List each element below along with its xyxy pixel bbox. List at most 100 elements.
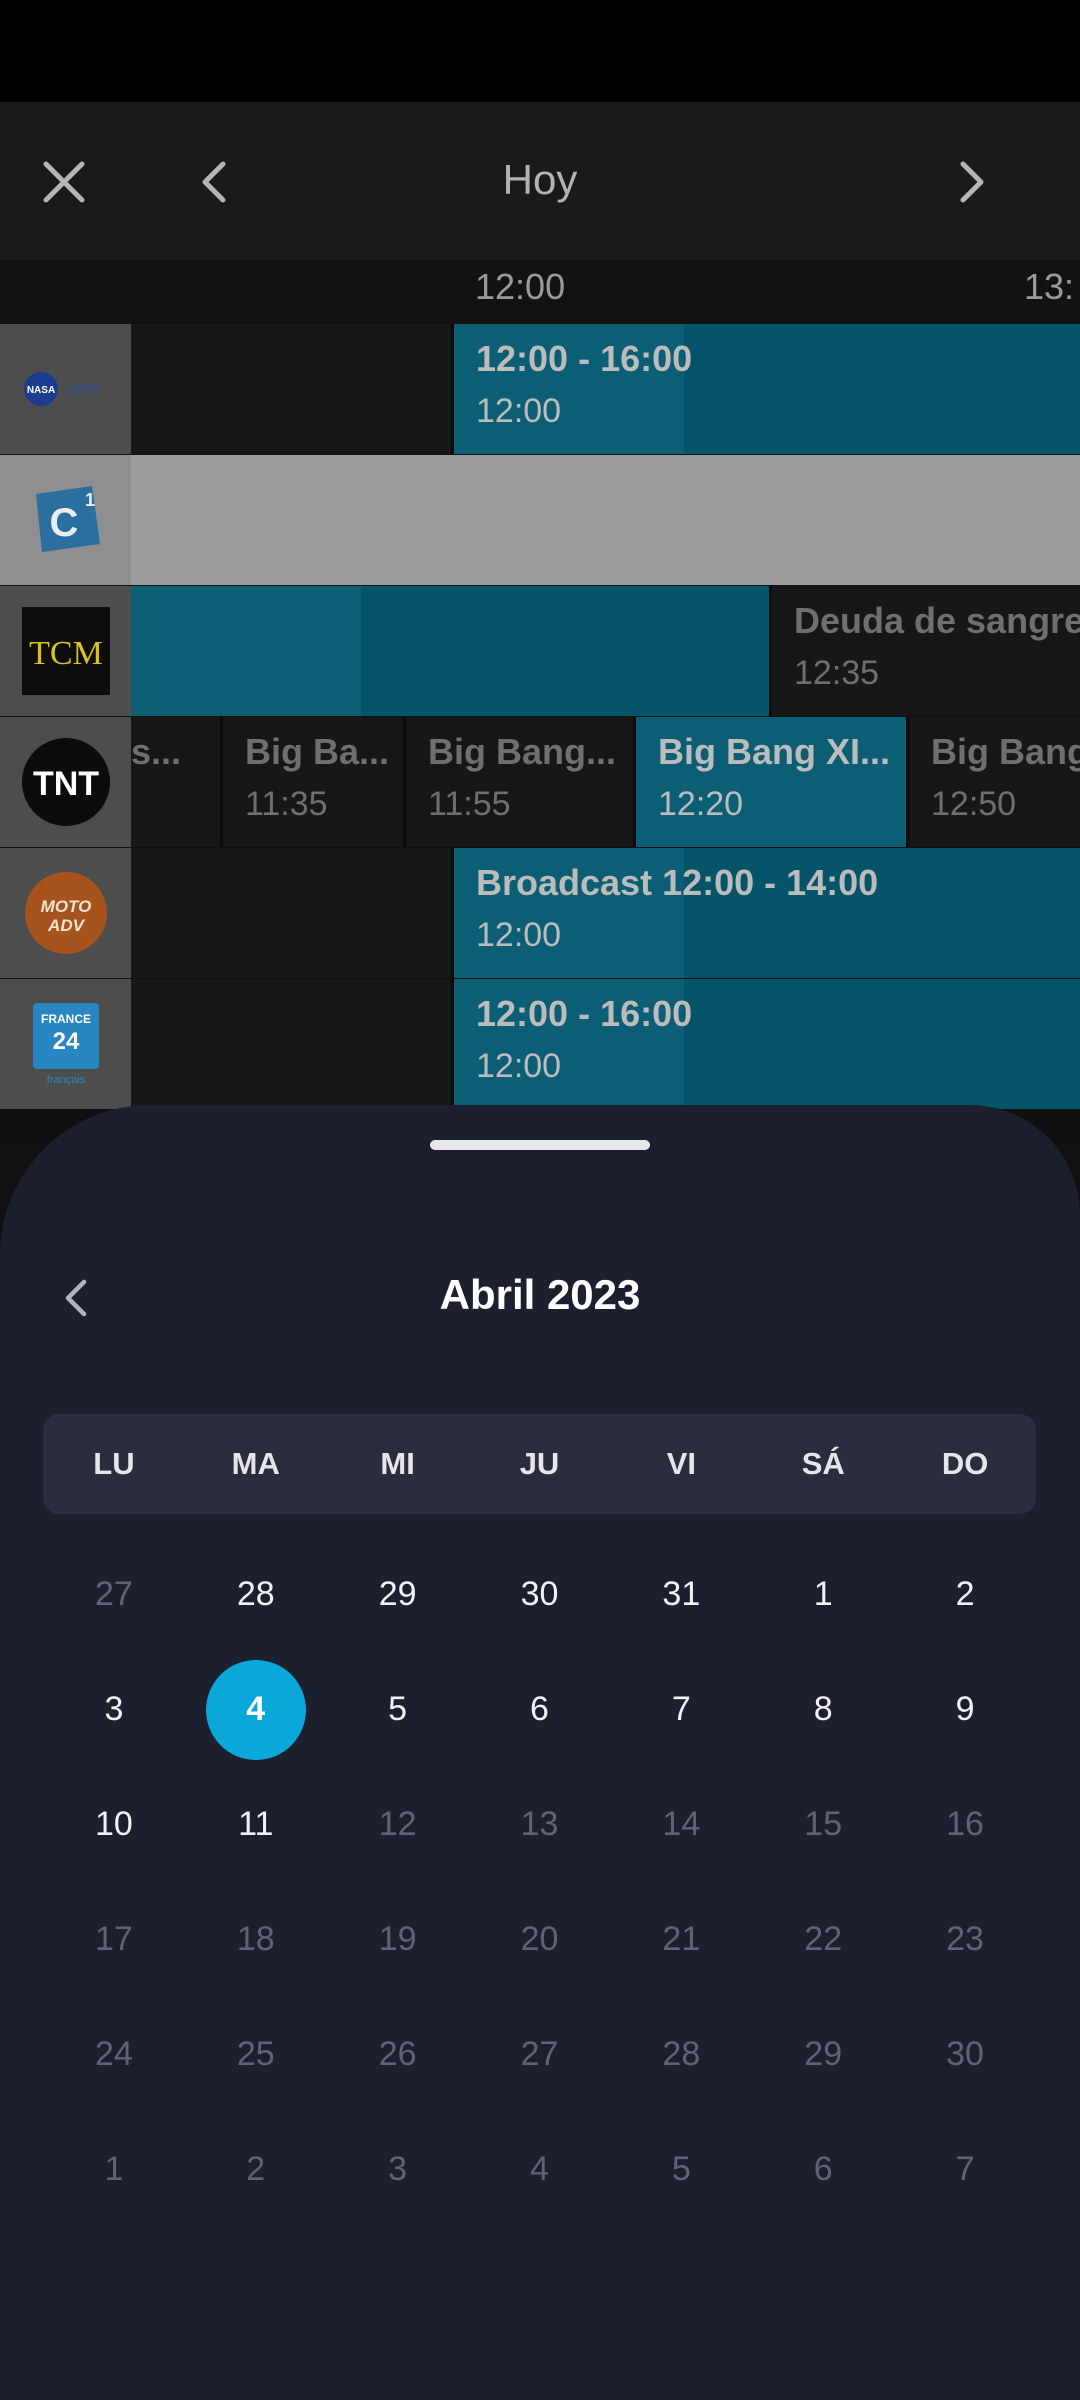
calendar-day: 2 bbox=[185, 2112, 327, 2227]
channel-logo-c1[interactable]: C 1 bbox=[0, 455, 131, 585]
calendar-day-number: 2 bbox=[246, 2150, 266, 2188]
calendar-day: 26 bbox=[327, 1997, 469, 2112]
program-cell[interactable]: Big Bang XI... 12:20 bbox=[636, 717, 909, 847]
weekday-label: JU bbox=[519, 1446, 560, 1481]
calendar-day-number: 1 bbox=[813, 1575, 833, 1613]
svg-text:français: français bbox=[46, 1074, 85, 1086]
calendar-day-number: 28 bbox=[236, 1575, 275, 1613]
program-title: 12:00 - 16:00 bbox=[476, 338, 693, 379]
nasa-logo-icon: NASA UHD bbox=[23, 372, 99, 406]
calendar-day-number: 11 bbox=[238, 1805, 274, 1843]
channel-logo-tnt[interactable]: TNT bbox=[0, 717, 131, 847]
calendar-day-number: 8 bbox=[813, 1690, 833, 1728]
program-cell[interactable]: Deuda de sangre 12:35 bbox=[772, 586, 1080, 716]
calendar-day[interactable]: 1 bbox=[752, 1537, 894, 1652]
channel-logo-france24[interactable]: FRANCE 24 français bbox=[0, 979, 131, 1109]
calendar-day[interactable]: 2 bbox=[894, 1537, 1036, 1652]
channel-row: C 1 bbox=[0, 455, 1080, 585]
svg-text:NASA: NASA bbox=[26, 385, 54, 396]
program-time: 12:50 bbox=[931, 785, 1017, 823]
svg-text:MOTO: MOTO bbox=[40, 897, 91, 916]
calendar-day[interactable]: 30 bbox=[469, 1537, 611, 1652]
calendar-day[interactable]: 9 bbox=[894, 1652, 1036, 1767]
svg-text:ADV: ADV bbox=[47, 916, 86, 935]
sheet-drag-handle[interactable] bbox=[430, 1140, 650, 1150]
program-time: 12:00 bbox=[476, 1047, 562, 1085]
weekday-label: VI bbox=[666, 1446, 697, 1481]
timeline-bar: 12:00 13: bbox=[0, 260, 1080, 324]
calendar-day-number: 1 bbox=[104, 2150, 124, 2188]
program-cell[interactable] bbox=[131, 324, 454, 454]
calendar-day: 14 bbox=[610, 1767, 752, 1882]
calendar-day: 4 bbox=[469, 2112, 611, 2227]
calendar-day: 30 bbox=[894, 1997, 1036, 2112]
calendar-day: 16 bbox=[894, 1767, 1036, 1882]
calendar-day-number: 7 bbox=[671, 1690, 691, 1728]
program-time: 12:20 bbox=[658, 785, 744, 823]
moto-adv-logo-icon: MOTO ADV bbox=[24, 872, 107, 954]
calendar-day-selected[interactable]: 4 bbox=[185, 1652, 327, 1767]
calendar-day[interactable]: 7 bbox=[610, 1652, 752, 1767]
guide-header: Hoy bbox=[0, 102, 1080, 260]
program-cell[interactable]: s... bbox=[131, 717, 223, 847]
program-title: Deuda de sangre bbox=[794, 600, 1080, 641]
channel-logo-moto-adv[interactable]: MOTO ADV bbox=[0, 848, 131, 978]
next-day-button[interactable] bbox=[932, 142, 1012, 222]
calendar-day[interactable]: 11 bbox=[185, 1767, 327, 1882]
program-cell[interactable] bbox=[131, 848, 454, 978]
calendar-day[interactable]: 28 bbox=[185, 1537, 327, 1652]
calendar-day-number: 2 bbox=[955, 1575, 975, 1613]
program-cell[interactable]: Big Ba... 11:35 bbox=[223, 717, 406, 847]
time-label: 12:00 bbox=[475, 266, 566, 307]
calendar-day[interactable]: 6 bbox=[469, 1652, 611, 1767]
weekday-label: LU bbox=[93, 1446, 135, 1481]
calendar-day: 12 bbox=[327, 1767, 469, 1882]
calendar-day[interactable]: 29 bbox=[327, 1537, 469, 1652]
program-cell[interactable]: Big Bang 12:50 bbox=[909, 717, 1080, 847]
svg-text:24: 24 bbox=[52, 1028, 79, 1055]
program-cell[interactable] bbox=[131, 979, 454, 1109]
month-title: Abril 2023 bbox=[439, 1271, 641, 1318]
calendar-day: 27 bbox=[469, 1997, 611, 2112]
channel-row: MOTO ADV Broadcast 12:00 - 14:00 12:00 bbox=[0, 848, 1080, 978]
program-cell[interactable]: 12:00 - 16:00 12:00 bbox=[454, 324, 1080, 454]
calendar-day: 1 bbox=[43, 2112, 185, 2227]
calendar-day[interactable]: 5 bbox=[327, 1652, 469, 1767]
date-picker-sheet: Abril 2023 LU MA MI JU VI SÁ DO 27 28 29 30… bbox=[0, 1105, 1080, 2400]
weekday-label: MI bbox=[380, 1446, 415, 1481]
calendar-day[interactable]: 10 bbox=[43, 1767, 185, 1882]
program-cell[interactable] bbox=[131, 586, 772, 716]
weekday-label: DO bbox=[941, 1446, 989, 1481]
calendar-day-number: 14 bbox=[662, 1805, 701, 1843]
program-band[interactable] bbox=[131, 455, 1080, 585]
program-time: 11:55 bbox=[428, 785, 511, 823]
calendar-day-number: 28 bbox=[662, 2035, 701, 2073]
calendar-day[interactable]: 8 bbox=[752, 1652, 894, 1767]
calendar-day-number: 6 bbox=[813, 2150, 833, 2188]
program-cell[interactable]: Broadcast 12:00 - 14:00 12:00 bbox=[454, 848, 1080, 978]
tcm-logo-icon: TCM bbox=[21, 607, 110, 695]
calendar-day: 24 bbox=[43, 1997, 185, 2112]
calendar-day-number: 10 bbox=[95, 1805, 133, 1843]
program-title: Big Bang bbox=[931, 731, 1080, 772]
calendar-day-number: 18 bbox=[236, 1920, 275, 1958]
calendar-day: 7 bbox=[894, 2112, 1036, 2227]
program-title: Big Bang XI... bbox=[658, 731, 891, 772]
channel-logo-tcm[interactable]: TCM bbox=[0, 586, 131, 716]
calendar-day: 28 bbox=[610, 1997, 752, 2112]
weekday-header: LU MA MI JU VI SÁ DO bbox=[43, 1414, 1036, 1514]
program-time: 12:00 bbox=[476, 392, 562, 430]
calendar-day-number: 7 bbox=[955, 2150, 975, 2188]
program-cell[interactable]: Big Bang... 11:55 bbox=[406, 717, 636, 847]
weekday-label: SÁ bbox=[801, 1446, 845, 1481]
channel-row: FRANCE 24 français 12:00 - 16:00 12:00 bbox=[0, 979, 1080, 1109]
program-cell[interactable]: 12:00 - 16:00 12:00 bbox=[454, 979, 1080, 1109]
channel-logo-nasa[interactable]: NASA UHD bbox=[0, 324, 131, 454]
calendar-day-number: 13 bbox=[520, 1805, 559, 1843]
calendar-day: 15 bbox=[752, 1767, 894, 1882]
calendar-day-number: 6 bbox=[530, 1690, 549, 1728]
calendar-day[interactable]: 31 bbox=[610, 1537, 752, 1652]
calendar-day[interactable]: 3 bbox=[43, 1652, 185, 1767]
calendar-day-number: 30 bbox=[520, 1575, 559, 1613]
calendar-day: 22 bbox=[752, 1882, 894, 1997]
